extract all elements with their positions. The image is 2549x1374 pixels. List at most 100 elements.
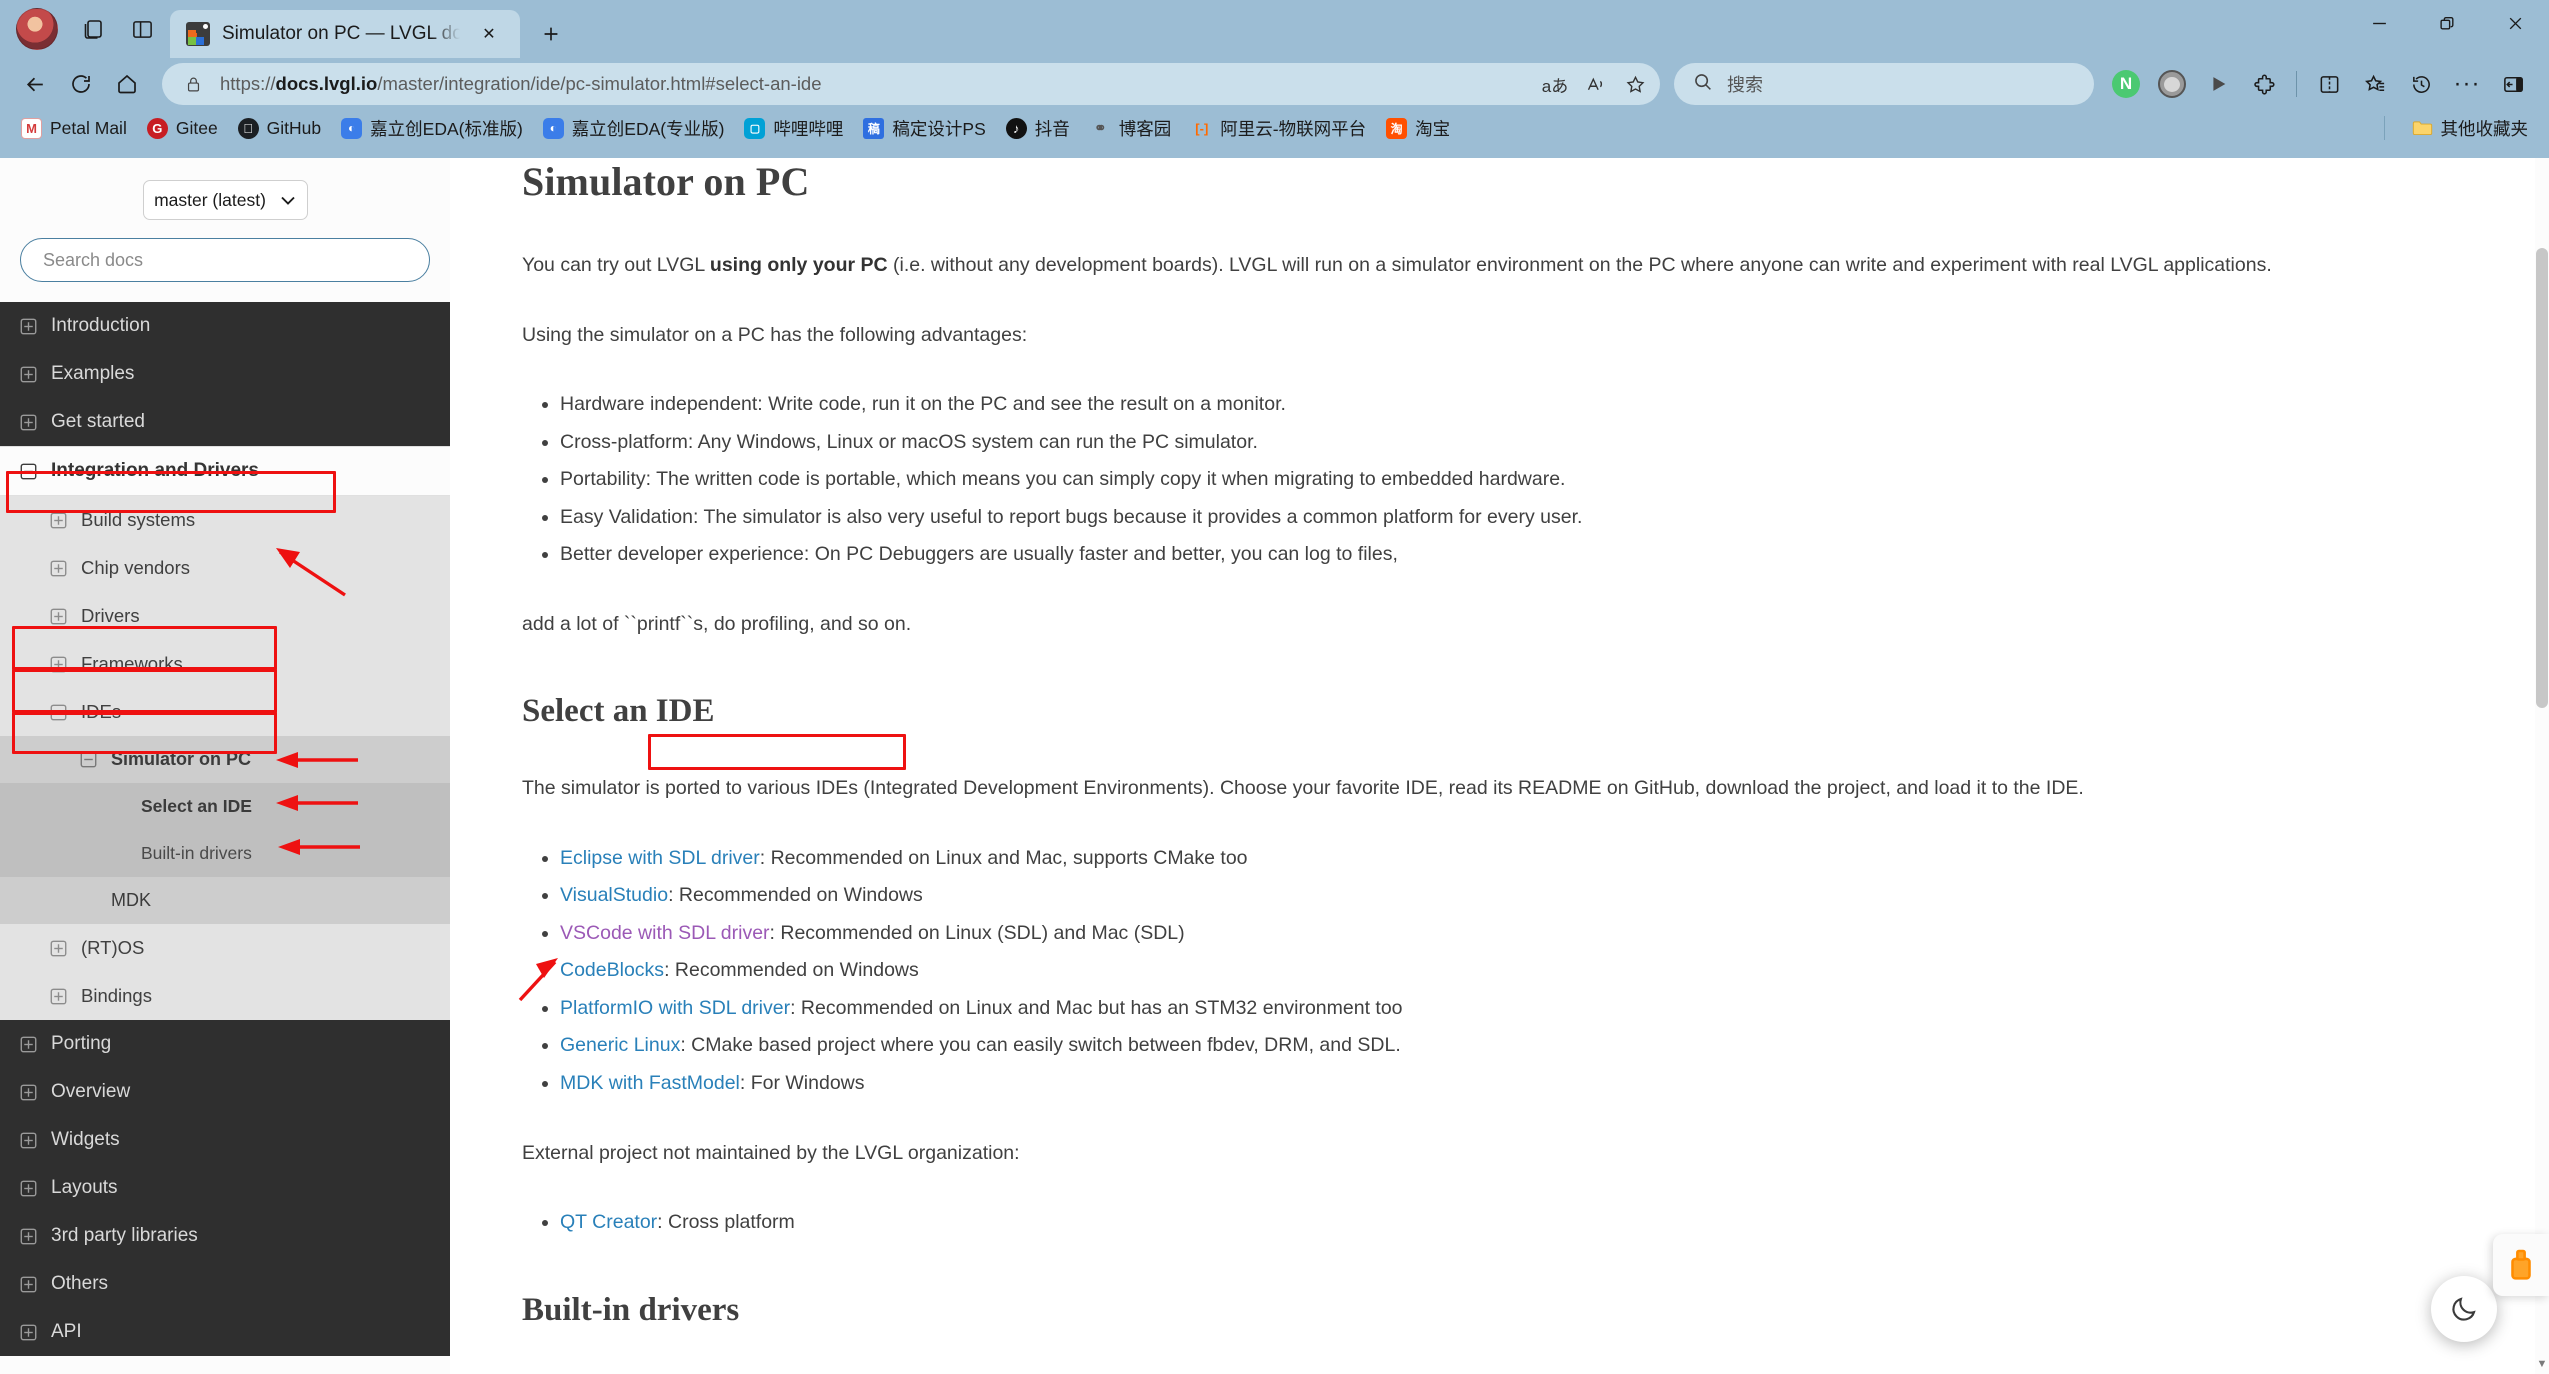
bookmark-item[interactable]:  GitHub	[229, 114, 330, 143]
expand-plus-icon[interactable]	[48, 938, 69, 959]
expand-plus-icon[interactable]	[18, 1130, 39, 1151]
expand-plus-icon[interactable]	[48, 606, 69, 627]
ide-link[interactable]: PlatformIO with SDL driver	[560, 997, 790, 1019]
collapse-minus-icon[interactable]	[18, 461, 39, 482]
ide-link[interactable]: Eclipse with SDL driver	[560, 847, 760, 869]
home-icon[interactable]	[106, 63, 148, 105]
expand-plus-icon[interactable]	[48, 510, 69, 531]
ide-link[interactable]: MDK with FastModel	[560, 1072, 740, 1094]
back-arrow-icon[interactable]	[14, 63, 56, 105]
bookmark-item[interactable]: ▢ 哔哩哔哩	[735, 112, 852, 145]
sidebar-item-built-in-drivers[interactable]: Built-in drivers	[0, 830, 450, 877]
search-box[interactable]: 搜索	[1674, 63, 2094, 105]
ide-link[interactable]: QT Creator	[560, 1211, 657, 1233]
gitee-icon: G	[146, 117, 168, 139]
collapse-minus-icon[interactable]	[78, 749, 99, 770]
ide-link[interactable]: CodeBlocks	[560, 959, 664, 981]
expand-plus-icon[interactable]	[18, 1226, 39, 1247]
expand-plus-icon[interactable]	[48, 558, 69, 579]
translate-icon[interactable]: aあ	[1536, 65, 1574, 103]
collections-star-icon[interactable]	[2353, 62, 2397, 106]
bookmark-item[interactable]: 淘 淘宝	[1377, 112, 1459, 145]
ide-link[interactable]: Generic Linux	[560, 1034, 680, 1056]
sidebar-item-introduction[interactable]: Introduction	[0, 302, 450, 350]
browser-tab[interactable]: Simulator on PC — LVGL docume ✕	[170, 10, 520, 58]
scrollbar-thumb[interactable]	[2536, 248, 2548, 708]
expand-plus-icon[interactable]	[18, 1082, 39, 1103]
history-icon[interactable]	[2399, 62, 2443, 106]
sidebar-item-ides[interactable]: IDEs	[0, 688, 450, 736]
nordvpn-extension-icon[interactable]: N	[2104, 62, 2148, 106]
sidebar-item-label: Build systems	[81, 509, 196, 530]
expand-plus-icon[interactable]	[18, 316, 39, 337]
sidebar-item-label: Bindings	[81, 985, 152, 1006]
minimize-button[interactable]	[2345, 0, 2413, 46]
sidebar-item-layouts[interactable]: Layouts	[0, 1164, 450, 1212]
sidebar-toggle-icon[interactable]	[2491, 62, 2535, 106]
other-bookmarks-folder[interactable]: 其他收藏夹	[2403, 112, 2538, 145]
sidebar-item-api[interactable]: API	[0, 1308, 450, 1356]
favorite-star-icon[interactable]	[1616, 65, 1654, 103]
page-scrollbar[interactable]: ▼	[2535, 158, 2549, 1374]
sidebar-item-overview[interactable]: Overview	[0, 1068, 450, 1116]
maximize-button[interactable]	[2413, 0, 2481, 46]
sidebar-item-integration-and-drivers[interactable]: Integration and Drivers	[0, 446, 450, 496]
extensions-puzzle-icon[interactable]	[2242, 62, 2286, 106]
window-close-button[interactable]	[2481, 0, 2549, 46]
sidebar-item-select-an-ide[interactable]: Select an IDE	[0, 783, 450, 830]
bookmark-item[interactable]: M Petal Mail	[12, 114, 136, 143]
profile-avatar[interactable]	[16, 8, 58, 50]
bookmark-item[interactable]: ♪ 抖音	[997, 112, 1079, 145]
sidebar-item-chip-vendors[interactable]: Chip vendors	[0, 544, 450, 592]
scroll-down-arrow-icon[interactable]: ▼	[2535, 1356, 2549, 1372]
url-text: https://docs.lvgl.io/master/integration/…	[220, 73, 822, 94]
usb-device-widget[interactable]	[2493, 1234, 2549, 1296]
sidebar-item-3rd-party-libraries[interactable]: 3rd party libraries	[0, 1212, 450, 1260]
sidebar-item-examples[interactable]: Examples	[0, 350, 450, 398]
ide-link[interactable]: VSCode with SDL driver	[560, 922, 770, 944]
sidebar-item-others[interactable]: Others	[0, 1260, 450, 1308]
browser-window: Simulator on PC — LVGL docume ✕	[0, 0, 2549, 1374]
split-screen-icon[interactable]	[2307, 62, 2351, 106]
sidebar-item-frameworks[interactable]: Frameworks	[0, 640, 450, 688]
expand-plus-icon[interactable]	[18, 1178, 39, 1199]
new-tab-button[interactable]	[534, 17, 568, 51]
tampermonkey-extension-icon[interactable]	[2150, 62, 2194, 106]
expand-plus-icon[interactable]	[48, 654, 69, 675]
expand-plus-icon[interactable]	[18, 1322, 39, 1343]
bookmark-item[interactable]: ◐ 嘉立创EDA(标准版)	[332, 112, 532, 145]
sidebar-item-drivers[interactable]: Drivers	[0, 592, 450, 640]
sidebar-item-mdk[interactable]: MDK	[0, 877, 450, 924]
sidebar-item-rt-os[interactable]: (RT)OS	[0, 924, 450, 972]
read-aloud-icon[interactable]	[1576, 65, 1614, 103]
url-bar[interactable]: https://docs.lvgl.io/master/integration/…	[162, 63, 1660, 105]
expand-plus-icon[interactable]	[18, 364, 39, 385]
tab-close-icon[interactable]: ✕	[472, 17, 506, 51]
expand-plus-icon[interactable]	[18, 1274, 39, 1295]
collections-icon[interactable]	[72, 7, 116, 51]
play-button-icon[interactable]	[2196, 62, 2240, 106]
collapse-minus-icon[interactable]	[48, 702, 69, 723]
sidebar-item-bindings[interactable]: Bindings	[0, 972, 450, 1020]
builtin-drivers-heading: Built-in drivers	[522, 1291, 740, 1328]
bookmark-item[interactable]: [-] 阿里云-物联网平台	[1182, 112, 1375, 145]
ide-link[interactable]: VisualStudio	[560, 884, 668, 906]
bookmark-item[interactable]: ⚭ 博客园	[1081, 112, 1181, 145]
bookmark-item[interactable]: 稿 稿定设计PS	[854, 112, 994, 145]
sidebar-item-widgets[interactable]: Widgets	[0, 1116, 450, 1164]
bookmark-item[interactable]: G Gitee	[138, 114, 227, 143]
expand-plus-icon[interactable]	[48, 986, 69, 1007]
sidebar-item-simulator-on-pc[interactable]: Simulator on PC	[0, 736, 450, 783]
dark-mode-toggle[interactable]	[2431, 1276, 2497, 1342]
sidebar-item-porting[interactable]: Porting	[0, 1020, 450, 1068]
refresh-icon[interactable]	[60, 63, 102, 105]
sidebar-item-build-systems[interactable]: Build systems	[0, 496, 450, 544]
sidebar-item-get-started[interactable]: Get started	[0, 398, 450, 446]
split-screen-icon[interactable]	[120, 7, 164, 51]
search-docs-input[interactable]: Search docs	[20, 238, 430, 282]
expand-plus-icon[interactable]	[18, 1034, 39, 1055]
version-select[interactable]: master (latest)	[142, 180, 308, 220]
settings-more-icon[interactable]: ···	[2445, 62, 2489, 106]
expand-plus-icon[interactable]	[18, 412, 39, 433]
bookmark-item[interactable]: ◐ 嘉立创EDA(专业版)	[534, 112, 734, 145]
